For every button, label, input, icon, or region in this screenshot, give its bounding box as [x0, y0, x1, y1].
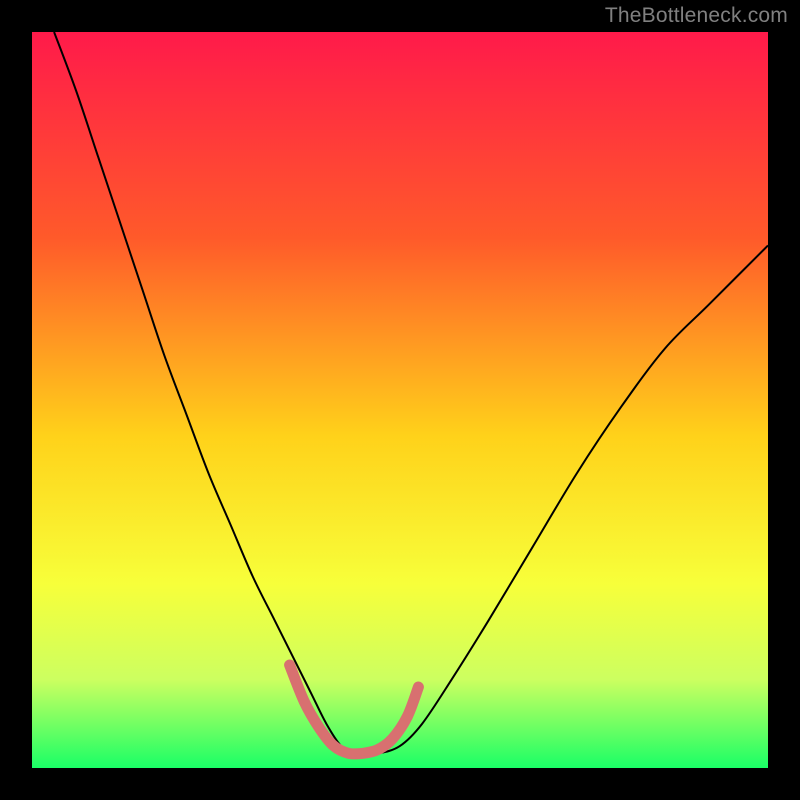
bottleneck-plot — [32, 32, 768, 768]
gradient-background — [32, 32, 768, 768]
chart-frame: TheBottleneck.com — [0, 0, 800, 800]
watermark-text: TheBottleneck.com — [605, 4, 788, 28]
